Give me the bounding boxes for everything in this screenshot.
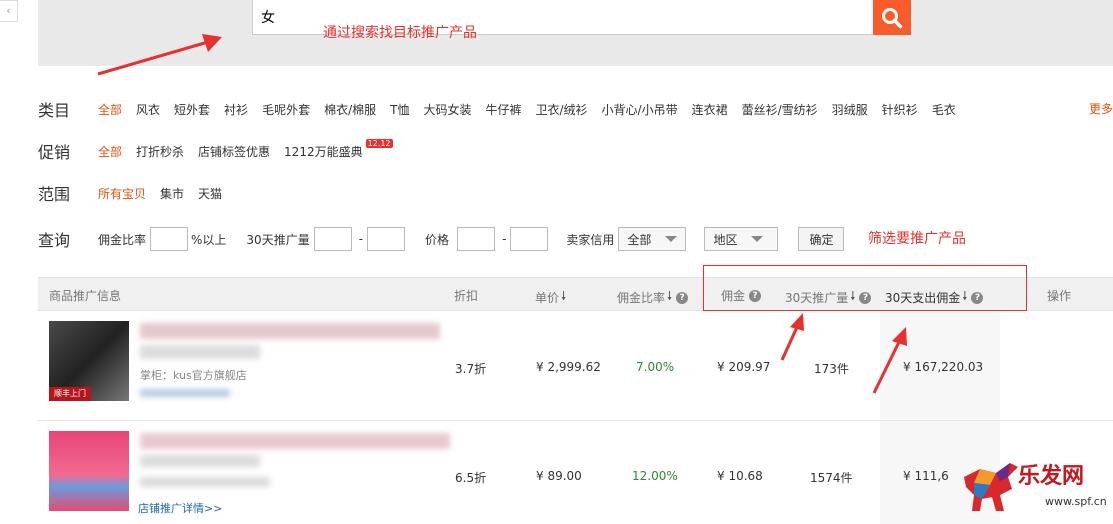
product-subtitle-blurred [140, 345, 260, 359]
credit-label: 卖家信用 [566, 232, 615, 247]
search-icon [882, 7, 903, 28]
product-title-blurred[interactable] [140, 323, 440, 339]
promo-title: 促销 [38, 143, 71, 162]
commission-label: 佣金比率 [98, 232, 147, 247]
product-title-blurred[interactable] [140, 433, 450, 449]
sales-cell: 1574件 [810, 471, 853, 485]
header-rate-label: 佣金比率 [617, 291, 666, 305]
commission-cell: ¥ 10.68 [717, 469, 763, 483]
annotation-arrow-search [97, 34, 222, 76]
header-price-label: 单价 [535, 291, 560, 305]
region-select[interactable]: 地区 [704, 227, 779, 251]
category-item[interactable]: 羽绒服 [832, 101, 868, 118]
sort-down-icon: 🠗 [561, 289, 567, 303]
discount-cell: 6.5折 [455, 471, 487, 485]
shop-blurred [140, 477, 270, 487]
header-discount: 折扣 [454, 289, 479, 303]
product-subtitle-blurred [140, 455, 260, 467]
category-item[interactable]: 毛呢外套 [262, 101, 310, 118]
commission-rate-input[interactable] [150, 227, 189, 251]
table-row: 顺丰上门 掌柜：kus官方旗舰店 3.7折 ¥ 2,999.62 7.00% ¥… [38, 311, 1113, 421]
sales-min-input[interactable] [313, 227, 352, 251]
category-item[interactable]: 棉衣/棉服 [324, 101, 376, 118]
rate-cell: 7.00% [636, 360, 675, 374]
thumb-tag: 顺丰上门 [49, 387, 91, 401]
shop-promo-detail-link[interactable]: 店铺推广详情>> [138, 500, 222, 516]
header-action: 操作 [1047, 289, 1072, 303]
credit-select[interactable]: 全部 [618, 227, 687, 251]
sort-down-icon: 🠗 [667, 289, 673, 303]
promo-item[interactable]: 全部 [98, 143, 122, 160]
category-item[interactable]: T恤 [390, 101, 409, 118]
1212-badge: 12.12 [365, 138, 393, 148]
scope-item[interactable]: 所有宝贝 [98, 185, 146, 202]
region-value: 地区 [713, 232, 738, 247]
category-item[interactable]: 针织衫 [882, 101, 918, 118]
search-button[interactable] [873, 0, 911, 35]
rate-cell: 12.00% [632, 469, 678, 483]
commission-suffix: %以上 [191, 232, 227, 247]
scope-item[interactable]: 集市 [160, 185, 184, 202]
promo-item[interactable]: 店铺标签优惠 [198, 143, 270, 160]
category-item[interactable]: 衬衫 [224, 101, 248, 118]
header-price[interactable]: 单价 🠗 [535, 287, 566, 308]
category-item[interactable]: 卫衣/绒衫 [536, 101, 588, 118]
credit-value: 全部 [627, 232, 652, 247]
category-item[interactable]: 蕾丝衫/雪纺衫 [742, 101, 818, 118]
filter-annotation: 筛选要推广产品 [868, 231, 966, 247]
link-blurred[interactable] [140, 389, 230, 397]
help-icon[interactable]: ? [676, 291, 689, 304]
price-min-input[interactable] [457, 227, 496, 251]
watermark-url: www.spf.cn [1045, 495, 1107, 508]
commission-cell: ¥ 209.97 [717, 360, 771, 374]
price-max-input[interactable] [510, 227, 549, 251]
search-annotation: 通过搜索找目标推广产品 [323, 25, 477, 41]
annotation-arrows-headers [780, 313, 907, 394]
watermark-brand: 乐发网 [1018, 463, 1085, 489]
header-rate[interactable]: 佣金比率 🠗? [617, 287, 689, 308]
scope-filter: 范围 所有宝贝 集市 天猫 [38, 183, 236, 204]
category-item[interactable]: 连衣裙 [692, 101, 728, 118]
shop-name[interactable]: 掌柜：kus官方旗舰店 [140, 367, 247, 383]
scope-item[interactable]: 天猫 [198, 185, 222, 202]
bull-logo-icon [964, 463, 1018, 511]
category-item[interactable]: 牛仔裤 [485, 101, 521, 118]
promo-item-1212[interactable]: 1212万能盛典12.12 [284, 138, 393, 160]
price-cell: ¥ 89.00 [536, 469, 582, 483]
product-thumbnail[interactable] [49, 431, 129, 511]
price-dash: - [502, 232, 507, 246]
price-cell: ¥ 2,999.62 [536, 360, 601, 374]
category-item[interactable]: 短外套 [174, 101, 210, 118]
category-item[interactable]: 风衣 [136, 101, 160, 118]
promo-item[interactable]: 打折秒杀 [136, 143, 184, 160]
chevron-down-icon [665, 236, 678, 242]
price-label: 价格 [425, 232, 450, 247]
sales-max-input[interactable] [367, 227, 406, 251]
category-filter: 类目 全部 风衣 短外套 衬衫 毛呢外套 棉衣/棉服 T恤 大码女装 牛仔裤 卫… [38, 99, 970, 120]
promo-filter: 促销 全部 打折秒杀 店铺标签优惠 1212万能盛典12.12 [38, 138, 407, 162]
header-info: 商品推广信息 [49, 289, 122, 303]
discount-cell: 3.7折 [455, 362, 487, 376]
category-title: 类目 [38, 101, 71, 120]
category-item[interactable]: 毛衣 [932, 101, 956, 118]
promo-item-label: 1212万能盛典 [284, 144, 363, 159]
category-item[interactable]: 全部 [98, 101, 122, 118]
sidebar-collapse-tab[interactable]: ‹ [0, 0, 18, 22]
payout-cell: ¥ 111,6 [903, 469, 949, 483]
query-title: 查询 [38, 231, 71, 250]
category-item[interactable]: 小背心/小吊带 [602, 101, 678, 118]
category-item[interactable]: 大码女装 [423, 101, 471, 118]
scope-title: 范围 [38, 185, 71, 204]
sales-label: 30天推广量 [246, 232, 310, 247]
category-more-link[interactable]: 更多 [1089, 100, 1113, 117]
product-thumbnail[interactable]: 顺丰上门 [49, 321, 129, 401]
confirm-button[interactable]: 确定 [798, 227, 845, 251]
sales-dash: - [358, 232, 364, 246]
chevron-down-icon [751, 236, 764, 242]
table-row: 店铺推广详情>> 6.5折 ¥ 89.00 12.00% ¥ 10.68 157… [38, 421, 1113, 524]
query-row: 查询 佣金比率 %以上 30天推广量 - 价格 - 卖家信用 全部 地区 确定 [38, 226, 845, 252]
